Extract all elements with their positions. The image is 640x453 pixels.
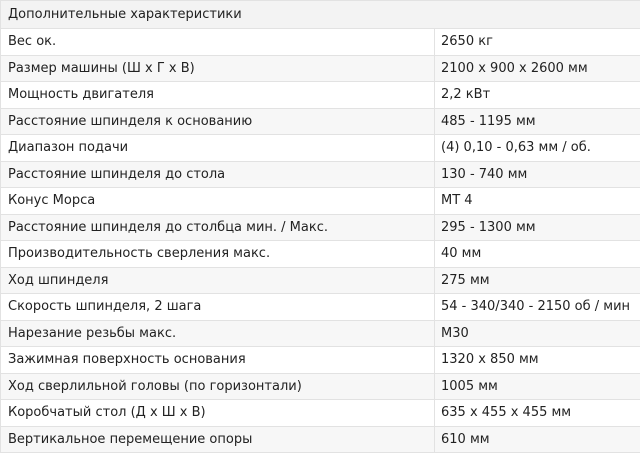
spec-value: 1320 x 850 мм — [433, 346, 640, 374]
table-row: Диапазон подачи (4) 0,10 - 0,63 мм / об. — [0, 134, 640, 162]
table-row: Производительность сверления макс. 40 мм — [0, 240, 640, 268]
spec-label: Размер машины (Ш х Г х В) — [0, 54, 435, 82]
spec-value: 40 мм — [433, 240, 640, 268]
specs-table: Дополнительные характеристики Вес ок. 265… — [0, 0, 640, 453]
spec-value: 54 - 340/340 - 2150 об / мин — [433, 293, 640, 321]
table-row: Нарезание резьбы макс. M30 — [0, 319, 640, 347]
table-row: Зажимная поверхность основания 1320 x 850… — [0, 346, 640, 374]
section-title: Дополнительные характеристики — [0, 0, 640, 29]
table-row: Скорость шпинделя, 2 шага 54 - 340/340 - … — [0, 293, 640, 321]
spec-label: Ход шпинделя — [0, 266, 435, 294]
spec-label: Коробчатый стол (Д х Ш х В) — [0, 399, 435, 427]
table-row: Расстояние шпинделя до стола 130 - 740 мм — [0, 160, 640, 188]
table-row: Размер машины (Ш х Г х В) 2100 x 900 x 26… — [0, 54, 640, 82]
spec-label: Конус Морса — [0, 187, 435, 215]
table-row: Ход шпинделя 275 мм — [0, 266, 640, 294]
spec-label: Нарезание резьбы макс. — [0, 319, 435, 347]
spec-value: 2,2 кВт — [433, 81, 640, 109]
spec-label: Ход сверлильной головы (по горизонтали) — [0, 372, 435, 400]
table-row: Вес ок. 2650 кг — [0, 28, 640, 56]
spec-label: Вертикальное перемещение опоры — [0, 425, 435, 453]
spec-value: 2100 x 900 x 2600 мм — [433, 54, 640, 82]
spec-label: Мощность двигателя — [0, 81, 435, 109]
spec-value: 295 - 1300 мм — [433, 213, 640, 241]
spec-value: 610 мм — [433, 425, 640, 453]
spec-value: 275 мм — [433, 266, 640, 294]
table-row: Конус Морса MT 4 — [0, 187, 640, 215]
spec-label: Зажимная поверхность основания — [0, 346, 435, 374]
spec-value: 1005 мм — [433, 372, 640, 400]
spec-label: Вес ок. — [0, 28, 435, 56]
spec-label: Расстояние шпинделя до стола — [0, 160, 435, 188]
spec-value: (4) 0,10 - 0,63 мм / об. — [433, 134, 640, 162]
spec-value: 635 x 455 x 455 мм — [433, 399, 640, 427]
spec-value: 2650 кг — [433, 28, 640, 56]
table-row: Мощность двигателя 2,2 кВт — [0, 81, 640, 109]
spec-label: Расстояние шпинделя до столбца мин. / Ма… — [0, 213, 435, 241]
table-row: Расстояние шпинделя к основанию 485 - 119… — [0, 107, 640, 135]
table-row: Вертикальное перемещение опоры 610 мм — [0, 425, 640, 453]
spec-label: Расстояние шпинделя к основанию — [0, 107, 435, 135]
spec-value: 130 - 740 мм — [433, 160, 640, 188]
table-row: Коробчатый стол (Д х Ш х В) 635 x 455 x 4… — [0, 399, 640, 427]
spec-label: Скорость шпинделя, 2 шага — [0, 293, 435, 321]
table-row: Расстояние шпинделя до столбца мин. / Ма… — [0, 213, 640, 241]
spec-value: M30 — [433, 319, 640, 347]
spec-value: MT 4 — [433, 187, 640, 215]
spec-label: Производительность сверления макс. — [0, 240, 435, 268]
specs-header-row: Дополнительные характеристики — [0, 0, 640, 29]
spec-label: Диапазон подачи — [0, 134, 435, 162]
spec-value: 485 - 1195 мм — [433, 107, 640, 135]
table-row: Ход сверлильной головы (по горизонтали) 1… — [0, 372, 640, 400]
